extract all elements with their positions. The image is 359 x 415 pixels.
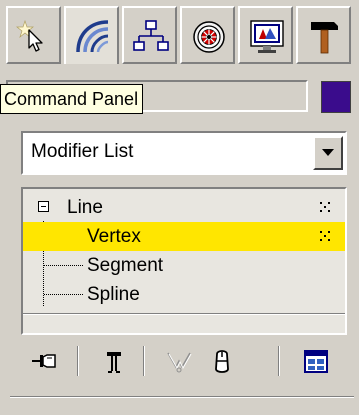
stack-item-label: Line (67, 197, 103, 218)
remove-modifier-button[interactable] (208, 347, 236, 375)
modifier-list-dropdown-button[interactable] (313, 136, 343, 170)
chevron-down-icon (322, 149, 334, 156)
stack-divider (23, 314, 345, 315)
bottom-divider (10, 396, 354, 398)
command-panel-tooltip: Command Panel (0, 84, 144, 114)
remove-modifier-icon (215, 350, 229, 373)
modifier-list-dropdown[interactable]: Modifier List (21, 131, 347, 175)
show-end-result-button[interactable] (100, 347, 128, 375)
stack-item-label: Spline (87, 284, 140, 305)
modifier-stack: Line Vertex Segment Spline (21, 187, 347, 335)
toolbar-separator (143, 346, 145, 376)
stack-item-segment[interactable]: Segment (23, 251, 345, 280)
tab-create[interactable] (6, 6, 61, 64)
make-unique-button[interactable] (165, 347, 193, 375)
collapse-toggle-icon[interactable] (38, 201, 49, 212)
stack-item-vertex[interactable]: Vertex (23, 222, 345, 251)
subobject-dots-icon (320, 202, 330, 212)
tab-modify[interactable] (64, 6, 119, 64)
modifier-list-value: Modifier List (31, 141, 134, 162)
command-panel: Command Panel Modifier List Line Vertex … (0, 0, 359, 415)
pin-stack-button[interactable] (31, 347, 59, 375)
toolbar-separator (278, 346, 280, 376)
make-unique-icon (167, 352, 192, 373)
subobject-dots-icon (320, 231, 330, 241)
modify-icon (76, 20, 109, 53)
toolbar-separator (77, 346, 79, 376)
create-icon (16, 19, 43, 52)
tab-hierarchy[interactable] (122, 6, 177, 64)
configure-modifier-sets-button[interactable] (302, 347, 330, 375)
stack-item-spline[interactable]: Spline (23, 280, 345, 309)
utilities-icon (311, 22, 338, 54)
tab-motion[interactable] (180, 6, 235, 64)
configure-modifier-sets-icon (304, 350, 328, 373)
stack-item-line[interactable]: Line (23, 193, 345, 222)
command-panel-tabs (6, 6, 354, 66)
stack-item-label: Segment (87, 255, 164, 276)
stack-item-label: Vertex (87, 226, 141, 247)
show-end-result-icon (107, 352, 121, 373)
hierarchy-icon (133, 20, 169, 51)
tab-utilities[interactable] (296, 6, 351, 64)
object-color-swatch[interactable] (321, 81, 351, 113)
tab-display[interactable] (238, 6, 293, 64)
pin-stack-icon (32, 354, 56, 368)
display-icon (250, 20, 284, 53)
motion-icon (193, 21, 225, 53)
